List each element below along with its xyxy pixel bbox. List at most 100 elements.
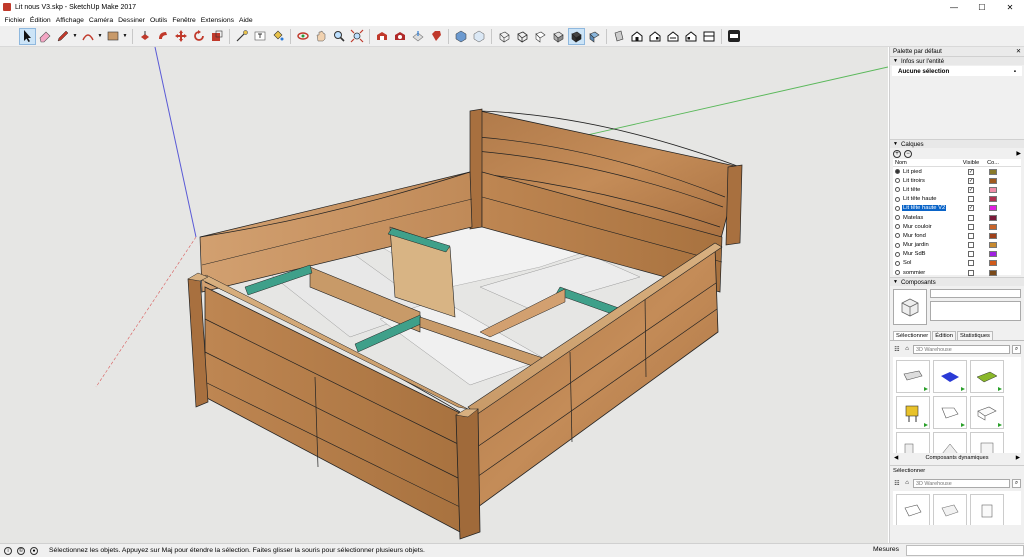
layer-row[interactable]: Sol (893, 259, 1021, 268)
layer-visible-checkbox[interactable] (968, 269, 974, 276)
share-model-tool-button[interactable] (410, 28, 427, 45)
menu-affichage[interactable]: Affichage (53, 17, 86, 24)
textured-button[interactable] (567, 27, 585, 45)
warehouse-tool-button[interactable] (374, 28, 391, 45)
tab-statistics[interactable]: Statistiques (956, 331, 993, 340)
layer-color-swatch[interactable] (989, 205, 997, 212)
current-layer-radio[interactable] (895, 215, 900, 221)
shape-tool-button[interactable] (105, 28, 122, 45)
component-item[interactable] (970, 494, 1004, 525)
layer-color-swatch[interactable] (989, 196, 997, 203)
layer-visible-checkbox[interactable]: ✓ (968, 205, 974, 212)
home-icon[interactable]: ⌂ (903, 479, 911, 487)
layer-color-swatch[interactable] (989, 186, 997, 193)
xray-button[interactable] (471, 28, 488, 45)
drawing-viewport[interactable] (0, 47, 888, 543)
layer-color-swatch[interactable] (989, 260, 997, 267)
column-name[interactable]: Nom (893, 160, 959, 166)
line-tool-button[interactable] (55, 28, 72, 45)
tape-tool-button[interactable] (234, 28, 251, 45)
extension-warehouse-tool-button[interactable] (392, 28, 409, 45)
ruby-tool-button[interactable] (428, 28, 445, 45)
tab-select[interactable]: Sélectionner (893, 331, 932, 340)
current-layer-radio[interactable] (895, 242, 900, 248)
menu-fenetre[interactable]: Fenêtre (170, 17, 198, 24)
right-view-button[interactable] (647, 28, 664, 45)
layer-color-swatch[interactable] (989, 251, 997, 258)
component-item[interactable] (970, 396, 1004, 429)
follow-me-tool-button[interactable] (155, 28, 172, 45)
eraser-tool-button[interactable] (37, 28, 54, 45)
bottom-view-button[interactable] (701, 28, 718, 45)
layer-name-cell[interactable]: Mur SdB (893, 251, 959, 257)
current-layer-radio[interactable] (895, 224, 900, 230)
current-layer-radio[interactable] (895, 260, 900, 266)
current-layer-radio[interactable] (895, 270, 900, 276)
layer-visible-checkbox[interactable] (968, 260, 974, 267)
add-layer-button[interactable]: + (893, 149, 901, 158)
layer-row[interactable]: Lit tête haute (893, 195, 1021, 204)
layer-visible-checkbox[interactable] (968, 232, 974, 239)
close-button[interactable]: ✕ (996, 0, 1024, 14)
minimize-button[interactable]: — (940, 0, 968, 14)
credits-icon[interactable]: © (17, 546, 25, 555)
zoom-tool-button[interactable] (331, 28, 348, 45)
current-layer-radio[interactable] (895, 205, 900, 211)
component-item[interactable] (933, 494, 967, 525)
layer-details-arrow-icon[interactable]: ▶ (1016, 150, 1021, 157)
left-view-button[interactable] (683, 28, 700, 45)
home-icon[interactable]: ⌂ (903, 345, 911, 353)
back-edges-button[interactable] (496, 28, 513, 45)
menu-fichier[interactable]: Fichier (2, 17, 27, 24)
component-item[interactable] (933, 396, 967, 429)
current-layer-radio[interactable] (895, 187, 900, 193)
components-search-input[interactable]: 3D Warehouse (913, 344, 1010, 354)
layer-name-cell[interactable]: Lit tête haute (893, 196, 959, 202)
top-view-button[interactable] (611, 28, 628, 45)
component-item[interactable] (896, 494, 930, 525)
layer-name-cell[interactable]: Lit tête haute V2 (893, 205, 959, 212)
layer-color-swatch[interactable] (989, 177, 997, 184)
layer-row[interactable]: Lit tête ✓ (893, 185, 1021, 194)
nav-right-icon[interactable]: ▶ (1016, 455, 1020, 461)
layer-visible-checkbox[interactable] (968, 223, 974, 230)
layer-visible-checkbox[interactable]: ✓ (968, 177, 974, 184)
tab-edit[interactable]: Édition (932, 331, 956, 340)
layer-name-cell[interactable]: Sol (893, 260, 959, 266)
layer-color-swatch[interactable] (989, 242, 997, 249)
move-tool-button[interactable] (173, 28, 190, 45)
layer-color-swatch[interactable] (989, 223, 997, 230)
select-tool-button[interactable] (18, 27, 36, 45)
layer-row[interactable]: Lit pied ✓ (893, 167, 1021, 176)
orbit-tool-button[interactable] (295, 28, 312, 45)
chevron-down-icon[interactable]: ▼ (122, 33, 128, 39)
layer-visible-checkbox[interactable] (968, 251, 974, 258)
component-item[interactable] (896, 432, 930, 453)
current-layer-radio[interactable] (895, 251, 900, 257)
iso-view-button[interactable] (453, 28, 470, 45)
menu-aide[interactable]: Aide (237, 17, 256, 24)
component-item[interactable] (970, 432, 1004, 453)
rotate-tool-button[interactable] (191, 28, 208, 45)
layer-row[interactable]: Lit tiroirs ✓ (893, 176, 1021, 185)
back-view-button[interactable] (665, 28, 682, 45)
view-options-icon[interactable]: ☷ (893, 479, 901, 487)
menu-camera[interactable]: Caméra (86, 17, 115, 24)
current-layer-radio[interactable] (895, 233, 900, 239)
view-options-icon[interactable]: ☷ (893, 345, 901, 353)
layer-visible-checkbox[interactable] (968, 196, 974, 203)
layers-header[interactable]: ▼ Calques (890, 139, 1024, 148)
layer-name-cell[interactable]: Mur jardin (893, 242, 959, 248)
component-description-field[interactable] (930, 301, 1021, 321)
zoom-extents-tool-button[interactable] (349, 28, 366, 45)
menu-extensions[interactable]: Extensions (198, 17, 236, 24)
layer-row[interactable]: Matelas (893, 213, 1021, 222)
monochrome-button[interactable] (586, 28, 603, 45)
layer-color-swatch[interactable] (989, 269, 997, 276)
layer-visible-checkbox[interactable]: ✓ (968, 168, 974, 175)
components-search-input-2[interactable]: 3D Warehouse (913, 478, 1010, 488)
components-header[interactable]: ▼ Composants (890, 277, 1024, 286)
measurements-input[interactable] (906, 545, 1024, 556)
text-tool-button[interactable] (252, 28, 269, 45)
layer-name-cell[interactable]: sommier (893, 270, 959, 276)
